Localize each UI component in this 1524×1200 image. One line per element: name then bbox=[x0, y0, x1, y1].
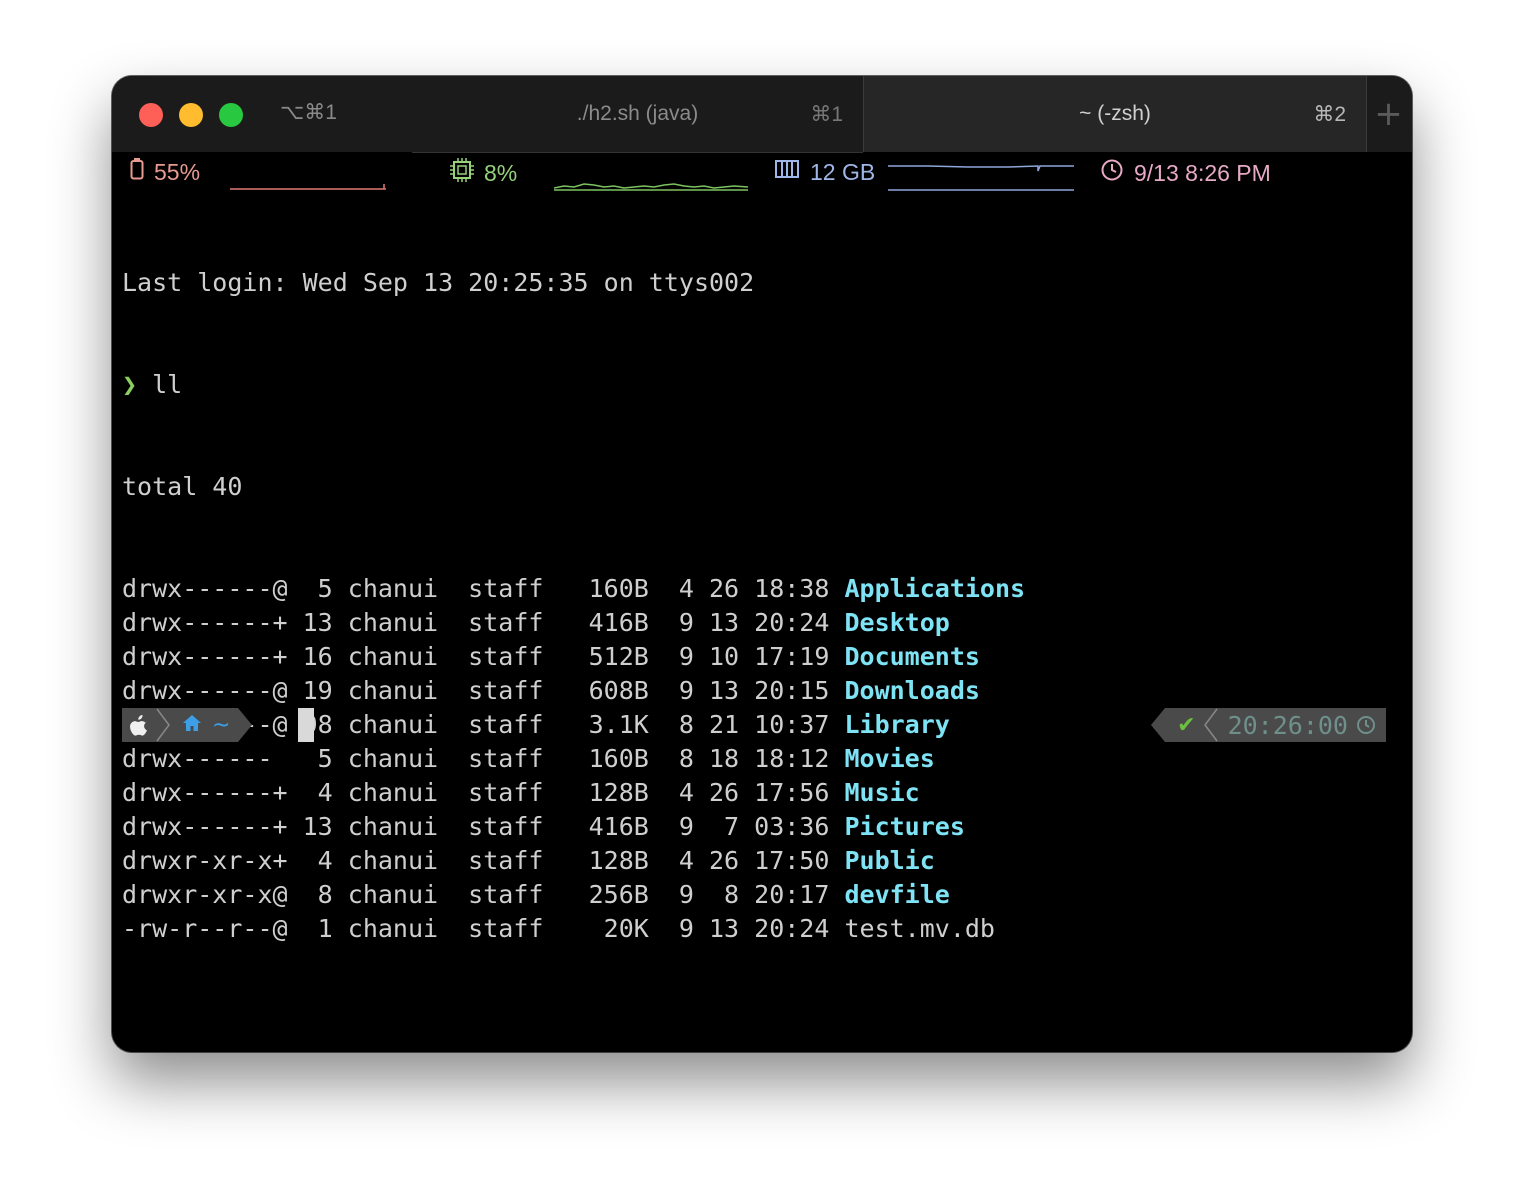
text-cursor bbox=[298, 708, 314, 742]
directory-name: Pictures bbox=[844, 812, 965, 841]
tab-shortcut: ⌘2 bbox=[1313, 103, 1346, 126]
terminal-window: ⌥⌘1 ./h2.sh (java) ⌘1 ~ (-zsh) ⌘2 + 55% … bbox=[112, 76, 1412, 1052]
segment-divider bbox=[1201, 708, 1220, 742]
title-bar: ⌥⌘1 ./h2.sh (java) ⌘1 ~ (-zsh) ⌘2 + bbox=[112, 76, 1412, 153]
segment-divider bbox=[156, 708, 170, 742]
tab-shortcut: ⌘1 bbox=[810, 103, 843, 126]
close-button[interactable] bbox=[139, 103, 163, 127]
prompt-left-segment: ~ bbox=[122, 708, 253, 742]
terminal-output[interactable]: Last login: Wed Sep 13 20:25:35 on ttys0… bbox=[122, 198, 1402, 1014]
tab-zsh[interactable]: ~ (-zsh) ⌘2 bbox=[863, 76, 1367, 152]
current-path: ~ bbox=[212, 712, 231, 738]
directory-name: Desktop bbox=[844, 608, 950, 637]
status-bar: 55% 8% 12 GB 9/13 8:26 PM bbox=[112, 152, 1412, 196]
tab-title: ./h2.sh (java) bbox=[576, 102, 699, 125]
directory-listing: drwx------@ 5 chanui staff 160B 4 26 18:… bbox=[122, 572, 1402, 946]
file-meta: drwx------+ 16 chanui staff 512B 9 10 17… bbox=[122, 642, 845, 671]
listing-row: drwxr-xr-x@ 8 chanui staff 256B 9 8 20:1… bbox=[122, 878, 1402, 912]
listing-row: drwx------+ 13 chanui staff 416B 9 13 20… bbox=[122, 606, 1402, 640]
battery-value: 55% bbox=[154, 158, 201, 185]
cpu-value: 8% bbox=[484, 159, 518, 186]
clock-status: 9/13 8:26 PM bbox=[1100, 158, 1271, 188]
file-meta: drwx------+ 13 chanui staff 416B 9 7 03:… bbox=[122, 812, 845, 841]
clock-icon bbox=[1100, 158, 1124, 188]
directory-name: Public bbox=[844, 846, 935, 875]
maximize-button[interactable] bbox=[219, 103, 243, 127]
memory-value: 12 GB bbox=[810, 158, 876, 185]
directory-name: Movies bbox=[844, 744, 935, 773]
listing-row: -rw-r--r--@ 1 chanui staff 20K 9 13 20:2… bbox=[122, 912, 1402, 946]
apple-icon bbox=[122, 708, 156, 742]
file-meta: drwx------@ 5 chanui staff 160B 4 26 18:… bbox=[122, 574, 845, 603]
new-tab-button[interactable]: + bbox=[1365, 76, 1412, 152]
file-name: test.mv.db bbox=[844, 914, 995, 943]
directory-name: Downloads bbox=[844, 676, 980, 705]
listing-row: drwxr-xr-x+ 4 chanui staff 128B 4 26 17:… bbox=[122, 844, 1402, 878]
listing-row: drwx------+ 13 chanui staff 416B 9 7 03:… bbox=[122, 810, 1402, 844]
listing-row: drwx------+ 4 chanui staff 128B 4 26 17:… bbox=[122, 776, 1402, 810]
command-line: ❯ ll bbox=[122, 368, 1402, 402]
file-meta: drwxr-xr-x+ 4 chanui staff 128B 4 26 17:… bbox=[122, 846, 845, 875]
file-meta: drwx------+ 13 chanui staff 416B 9 13 20… bbox=[122, 608, 845, 637]
last-login-line: Last login: Wed Sep 13 20:25:35 on ttys0… bbox=[122, 268, 755, 297]
directory-name: devfile bbox=[844, 880, 950, 909]
clock-value: 9/13 8:26 PM bbox=[1134, 159, 1271, 186]
command-text: ll bbox=[137, 370, 183, 399]
prompt-time: 20:26:00 bbox=[1219, 708, 1356, 742]
file-meta: drwx------+ 4 chanui staff 128B 4 26 17:… bbox=[122, 778, 845, 807]
file-meta: drwx------@ 19 chanui staff 608B 9 13 20… bbox=[122, 676, 845, 705]
battery-sparkline bbox=[230, 184, 386, 190]
listing-row: drwx------@ 5 chanui staff 160B 4 26 18:… bbox=[122, 572, 1402, 606]
directory-name: Applications bbox=[844, 574, 1026, 603]
cpu-status: 8% bbox=[450, 158, 517, 188]
time-clock-icon bbox=[1356, 708, 1386, 742]
home-icon bbox=[182, 713, 202, 737]
listing-row: drwx------ 5 chanui staff 160B 8 18 18:1… bbox=[122, 742, 1402, 776]
status-check-icon: ✔ bbox=[1165, 708, 1202, 742]
prompt-right-segment: ✔ 20:26:00 bbox=[1151, 708, 1386, 742]
file-meta: drwx------ 5 chanui staff 160B 8 18 18:1… bbox=[122, 744, 845, 773]
file-meta: -rw-r--r--@ 1 chanui staff 20K 9 13 20:2… bbox=[122, 914, 845, 943]
battery-icon bbox=[130, 158, 144, 186]
listing-row: drwx------+ 16 chanui staff 512B 9 10 17… bbox=[122, 640, 1402, 674]
segment-arrow bbox=[1151, 708, 1166, 742]
directory-name: Music bbox=[844, 778, 920, 807]
cpu-icon bbox=[450, 158, 474, 188]
file-meta: drwxr-xr-x@ 8 chanui staff 256B 9 8 20:1… bbox=[122, 880, 845, 909]
prompt-symbol: ❯ bbox=[122, 370, 138, 399]
listing-row: drwx------@ 19 chanui staff 608B 9 13 20… bbox=[122, 674, 1402, 708]
total-line: total 40 bbox=[122, 472, 243, 501]
tab-h2-java[interactable]: ./h2.sh (java) ⌘1 bbox=[412, 76, 863, 153]
segment-arrow bbox=[238, 708, 253, 742]
path-segment: ~ bbox=[170, 708, 239, 742]
cpu-sparkline bbox=[554, 183, 749, 191]
memory-status: 12 GB bbox=[774, 158, 875, 186]
window-shortcut: ⌥⌘1 bbox=[280, 101, 337, 124]
battery-status: 55% bbox=[130, 158, 200, 186]
memory-icon bbox=[774, 158, 800, 186]
minimize-button[interactable] bbox=[179, 103, 203, 127]
directory-name: Documents bbox=[844, 642, 980, 671]
tab-title: ~ (-zsh) bbox=[1079, 102, 1151, 125]
memory-sparkline bbox=[888, 165, 1074, 191]
directory-name: Library bbox=[844, 710, 950, 739]
